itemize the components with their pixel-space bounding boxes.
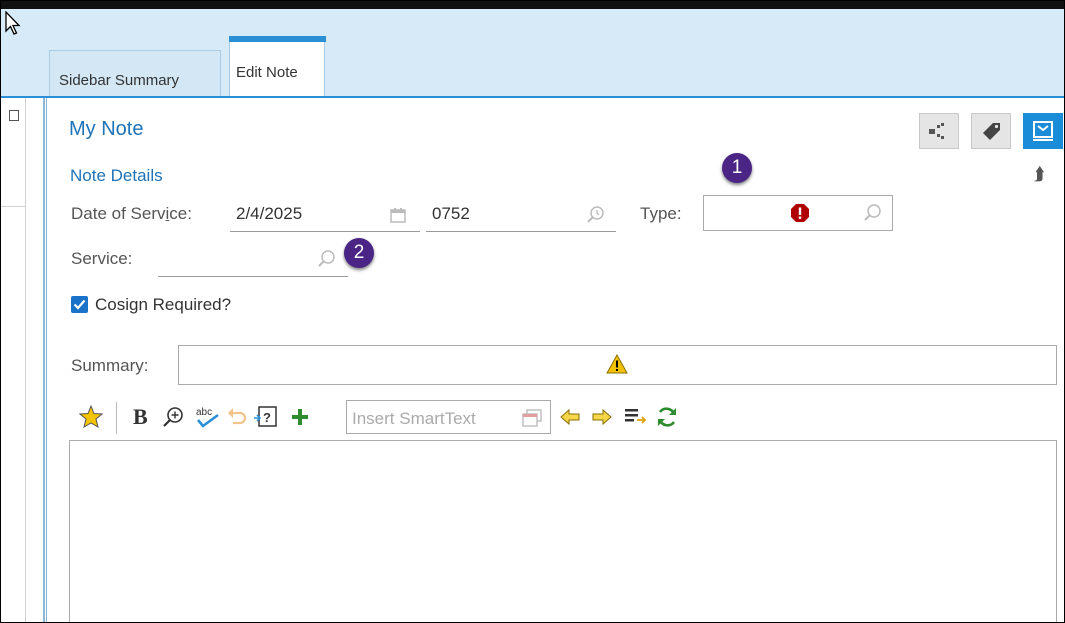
- time-lookup-icon[interactable]: [586, 205, 606, 225]
- tab-sidebar-summary-label: Sidebar Summary: [59, 72, 180, 89]
- note-title: My Note: [69, 118, 144, 140]
- search-icon[interactable]: [863, 203, 883, 223]
- previous-icon[interactable]: [559, 405, 581, 429]
- tab-edit-note-label: Edit Note: [236, 64, 298, 81]
- insert-smarttext-icon[interactable]: [522, 409, 542, 427]
- summary-label: Summary:: [71, 356, 149, 375]
- checkmark-icon: [73, 299, 86, 310]
- insert-smarttext-placeholder: Insert SmartText: [352, 409, 476, 428]
- mouse-cursor-icon: [5, 11, 21, 35]
- toolbar-divider: [116, 402, 117, 434]
- list-icon[interactable]: [623, 405, 647, 429]
- date-of-service-value: 2/4/2025: [236, 204, 303, 223]
- tab-edit-note[interactable]: Edit Note: [229, 36, 326, 105]
- bold-icon[interactable]: B: [131, 405, 151, 429]
- service-field[interactable]: [158, 243, 348, 277]
- callout-badge-1: 1: [722, 153, 752, 183]
- tag-icon: [983, 123, 1000, 140]
- svg-text:abc: abc: [196, 407, 212, 418]
- error-icon: [791, 204, 809, 222]
- note-panel: My Note Note Details ⮭ Date of Service:: [46, 98, 1064, 622]
- editor-toolbar: B abc ? Insert SmartText: [69, 398, 769, 438]
- insert-smarttext-field[interactable]: Insert SmartText: [346, 400, 551, 434]
- time-field[interactable]: 0752: [426, 198, 616, 232]
- collapse-panel-icon[interactable]: [9, 110, 19, 121]
- type-field[interactable]: [703, 195, 893, 231]
- collapse-section-icon[interactable]: ⮭: [1034, 164, 1045, 185]
- insert-field-icon[interactable]: ?: [253, 405, 279, 429]
- warning-icon: [606, 354, 628, 374]
- cosign-checkbox[interactable]: [71, 296, 88, 313]
- share-button[interactable]: [919, 113, 959, 149]
- spellcheck-icon[interactable]: abc: [193, 405, 221, 429]
- refresh-icon[interactable]: [655, 405, 679, 429]
- callout-badge-2: 2: [344, 238, 374, 268]
- type-label: Type:: [640, 204, 682, 223]
- service-label: Service:: [71, 249, 133, 268]
- calendar-icon[interactable]: [390, 207, 406, 223]
- window-frame: Sidebar Summary Edit Note My Note Note D…: [0, 0, 1065, 623]
- svg-text:?: ?: [263, 410, 271, 425]
- next-icon[interactable]: [591, 405, 613, 429]
- tag-button[interactable]: [971, 113, 1011, 149]
- share-icon: [929, 123, 944, 139]
- tab-bar: Sidebar Summary Edit Note: [1, 9, 1064, 105]
- open-book-icon: [1033, 121, 1053, 141]
- add-icon[interactable]: [291, 407, 309, 427]
- date-of-service-label: Date of Service:: [71, 204, 192, 223]
- zoom-icon[interactable]: [161, 405, 185, 429]
- svg-text:B: B: [133, 405, 148, 429]
- search-icon[interactable]: [317, 249, 337, 269]
- favorite-star-icon[interactable]: [79, 405, 103, 429]
- undo-icon[interactable]: [226, 405, 248, 429]
- section-note-details: Note Details: [70, 166, 163, 185]
- time-value: 0752: [432, 204, 470, 223]
- date-of-service-field[interactable]: 2/4/2025: [230, 198, 420, 232]
- cosign-label: Cosign Required?: [95, 295, 232, 314]
- book-button[interactable]: [1023, 113, 1063, 149]
- note-editor-textarea[interactable]: [69, 440, 1057, 622]
- left-sidebar-strip: [1, 98, 45, 622]
- top-border: [1, 1, 1064, 9]
- summary-field[interactable]: [178, 345, 1057, 385]
